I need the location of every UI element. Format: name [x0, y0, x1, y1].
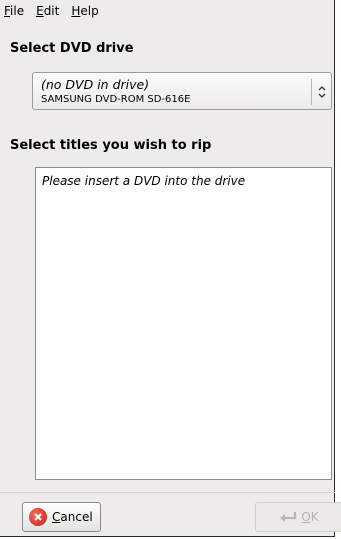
menubar: File Edit Help: [0, 0, 334, 22]
window-edge: [335, 0, 341, 539]
drive-device-name: SAMSUNG DVD-ROM SD-616E: [41, 94, 191, 105]
select-titles-heading: Select titles you wish to rip: [10, 138, 212, 153]
combo-arrows-icon: [316, 83, 328, 101]
cancel-icon: [29, 508, 47, 526]
dvd-rip-dialog: File Edit Help Select DVD drive (no DVD …: [0, 0, 335, 537]
menu-help[interactable]: Help: [71, 4, 98, 18]
ok-arrow-icon: [278, 510, 298, 524]
cancel-label: Cancel: [52, 510, 93, 524]
titles-list[interactable]: Please insert a DVD into the drive: [35, 167, 332, 480]
menu-file[interactable]: File: [4, 4, 24, 18]
cancel-button[interactable]: Cancel: [22, 502, 101, 532]
menu-edit[interactable]: Edit: [36, 4, 59, 18]
combo-separator: [311, 79, 312, 105]
insert-dvd-message: Please insert a DVD into the drive: [42, 174, 246, 188]
drive-status-text: (no DVD in drive): [41, 77, 150, 92]
button-area-divider: [0, 492, 335, 493]
dvd-drive-combo[interactable]: (no DVD in drive) SAMSUNG DVD-ROM SD-616…: [32, 72, 332, 110]
select-drive-heading: Select DVD drive: [10, 41, 134, 56]
ok-label: OK: [301, 510, 319, 524]
ok-button[interactable]: OK: [255, 502, 341, 532]
